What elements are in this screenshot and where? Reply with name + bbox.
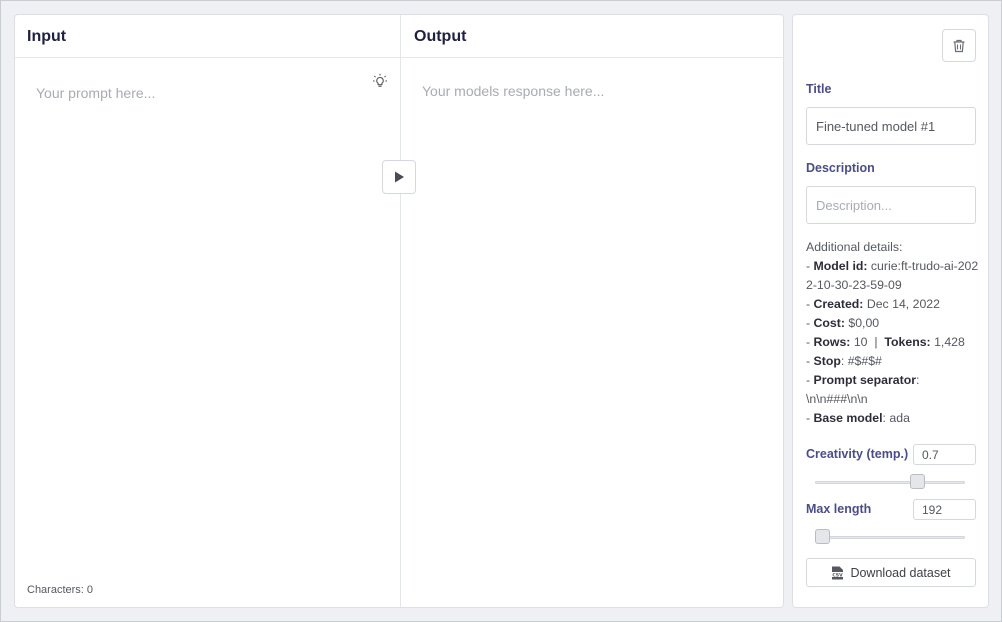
response-output: Your models response here... (422, 83, 605, 99)
max-length-slider[interactable] (815, 529, 965, 545)
output-header: Output (401, 15, 783, 58)
additional-details: Additional details: - Model id: curie:ft… (806, 238, 984, 428)
description-label: Description (806, 161, 875, 175)
download-dataset-button[interactable]: CSV Download dataset (806, 558, 976, 587)
max-length-slider-thumb[interactable] (815, 529, 830, 544)
title-label: Title (806, 82, 832, 96)
detail-rows-tokens: - Rows: 10 | Tokens: 1,428 (806, 335, 965, 349)
title-field[interactable] (806, 107, 976, 145)
run-button[interactable] (382, 160, 416, 194)
svg-text:CSV: CSV (833, 572, 844, 578)
detail-base-model: - Base model: ada (806, 411, 910, 425)
delete-button[interactable] (942, 29, 976, 62)
csv-file-icon: CSV (831, 566, 845, 579)
details-heading: Additional details: (806, 240, 903, 254)
prompt-input[interactable]: Your prompt here... (36, 85, 155, 101)
detail-model-id: - Model id: curie:ft-trudo-ai-2022-10-30… (806, 259, 979, 292)
description-field[interactable] (806, 186, 976, 224)
download-label: Download dataset (850, 565, 951, 580)
detail-created: - Created: Dec 14, 2022 (806, 297, 940, 311)
model-settings-panel: Title Description Additional details: - … (792, 14, 989, 608)
playground-panel: Input Your prompt here... Characters: 0 … (14, 14, 784, 608)
detail-cost: - Cost: $0,00 (806, 316, 880, 330)
detail-prompt-separator: - Prompt separator: \n\n###\n\n (806, 373, 920, 406)
creativity-field[interactable] (913, 444, 976, 465)
input-column: Input Your prompt here... Characters: 0 (15, 15, 400, 607)
max-length-field[interactable] (913, 499, 976, 520)
play-icon (395, 171, 404, 183)
creativity-slider-thumb[interactable] (909, 474, 925, 489)
max-length-label: Max length (806, 502, 872, 516)
lightbulb-icon[interactable] (372, 73, 388, 89)
input-header: Input (15, 15, 400, 58)
trash-icon (953, 39, 965, 52)
creativity-label: Creativity (temp.) (806, 447, 909, 461)
character-count: Characters: 0 (27, 584, 94, 596)
output-column: Output Your models response here... (400, 15, 783, 607)
detail-stop: - Stop: #$#$# (806, 354, 882, 368)
creativity-slider[interactable] (815, 474, 965, 490)
